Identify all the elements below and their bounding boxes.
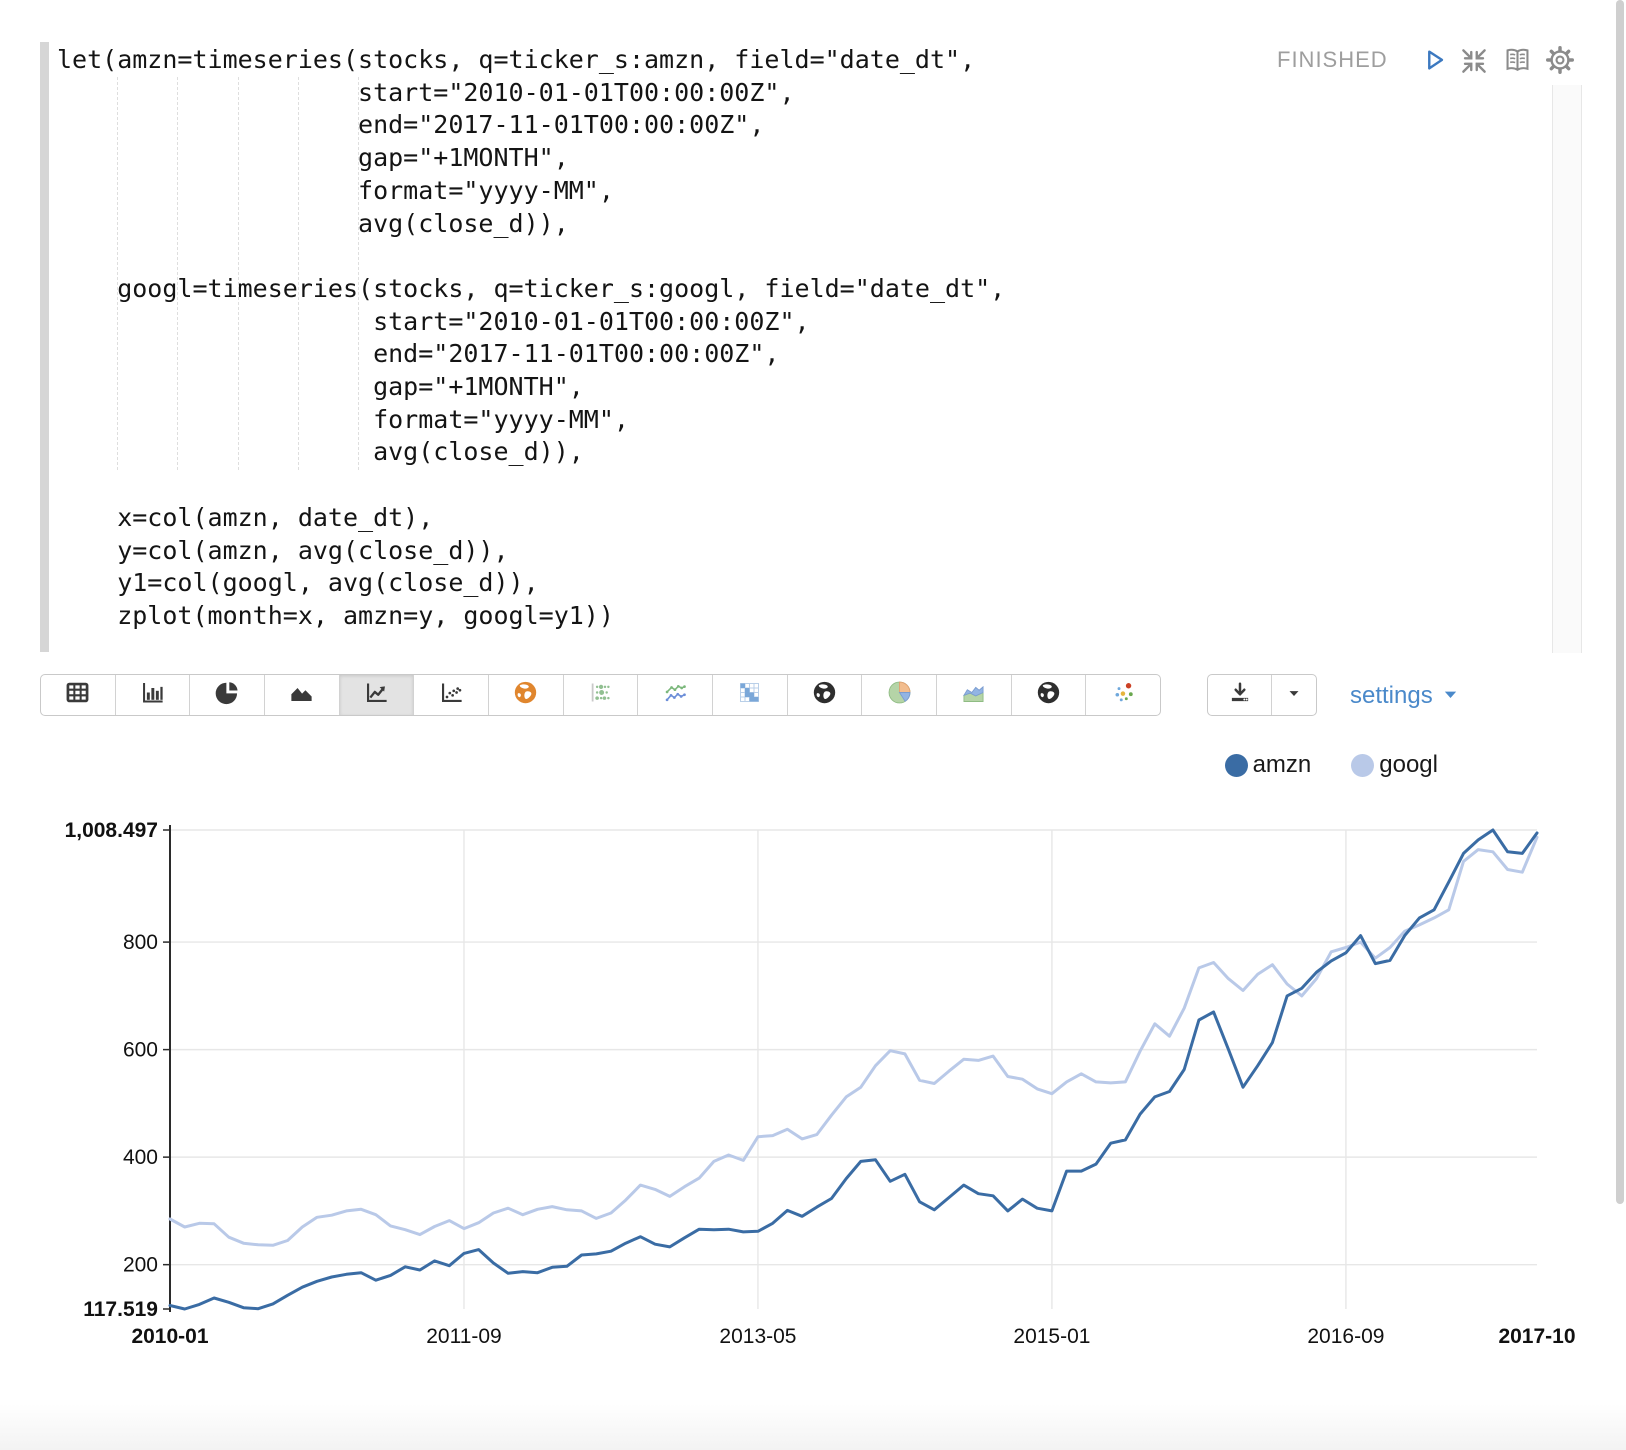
bubble-matrix-icon: [587, 679, 614, 711]
code-line[interactable]: y=col(amzn, avg(close_d)),: [57, 535, 1487, 568]
viz-button-globe-orange[interactable]: [488, 675, 563, 715]
code-line[interactable]: gap="+1MONTH",: [57, 371, 1487, 404]
y-tick-label: 600: [123, 1039, 158, 1062]
code-line[interactable]: zplot(month=x, amzn=y, googl=y1)): [57, 600, 1487, 633]
code-line[interactable]: let(amzn=timeseries(stocks, q=ticker_s:a…: [57, 44, 1487, 77]
code-line[interactable]: avg(close_d)),: [57, 208, 1487, 241]
globe-dark-icon: [811, 679, 838, 711]
viz-button-table[interactable]: [41, 675, 115, 715]
zeppelin-paragraph: let(amzn=timeseries(stocks, q=ticker_s:a…: [0, 0, 1626, 1450]
series-line-googl[interactable]: [170, 837, 1537, 1245]
pie-pastel-icon: [886, 679, 913, 711]
viz-button-globe-dark-2[interactable]: [1011, 675, 1086, 715]
globe-dark-2-icon: [1035, 679, 1062, 711]
code-line[interactable]: end="2017-11-01T00:00:00Z",: [57, 338, 1487, 371]
x-tick-label: 2011-09: [426, 1325, 502, 1348]
download-options-button[interactable]: [1271, 675, 1316, 715]
area-chart-icon: [288, 679, 315, 711]
settings-toggle[interactable]: settings: [1350, 682, 1459, 710]
viz-button-bar-chart[interactable]: [115, 675, 190, 715]
indent-guide-line: [238, 77, 239, 470]
code-line[interactable]: avg(close_d)),: [57, 436, 1487, 469]
download-button[interactable]: [1208, 675, 1271, 715]
code-line[interactable]: gap="+1MONTH",: [57, 142, 1487, 175]
code-line[interactable]: format="yyyy-MM",: [57, 404, 1487, 437]
heatmap-icon: [736, 679, 763, 711]
y-tick-label: 117.519: [83, 1298, 158, 1321]
area-pastel-icon: [960, 679, 987, 711]
run-play-icon[interactable]: [1419, 45, 1448, 79]
viz-button-bubble-matrix[interactable]: [563, 675, 638, 715]
x-tick-label: 2016-09: [1307, 1325, 1384, 1348]
table-icon: [64, 679, 91, 711]
scatter-color-icon: [1110, 679, 1137, 711]
code-line[interactable]: googl=timeseries(stocks, q=ticker_s:goog…: [57, 273, 1487, 306]
code-line[interactable]: y1=col(googl, avg(close_d)),: [57, 567, 1487, 600]
viz-button-area-pastel[interactable]: [936, 675, 1011, 715]
indent-guide-line: [177, 77, 178, 470]
caret-down-icon: [1442, 682, 1459, 710]
indent-guide-line: [117, 77, 118, 470]
code-editor[interactable]: let(amzn=timeseries(stocks, q=ticker_s:a…: [57, 44, 1487, 633]
indent-guide-line: [358, 77, 359, 470]
code-line[interactable]: start="2010-01-01T00:00:00Z",: [57, 77, 1487, 110]
editor-scrollbar-track[interactable]: [1552, 85, 1582, 653]
code-line[interactable]: x=col(amzn, date_dt),: [57, 502, 1487, 535]
series-line-amzn[interactable]: [170, 830, 1537, 1309]
indent-guide-line: [298, 77, 299, 470]
viz-button-line-chart[interactable]: [339, 675, 414, 715]
status-badge: FINISHED: [1277, 47, 1388, 73]
x-tick-label: 2010-01: [131, 1325, 208, 1348]
gear-icon[interactable]: [1544, 44, 1576, 81]
page-scrollbar[interactable]: [1616, 0, 1624, 1204]
settings-label: settings: [1350, 682, 1433, 710]
page-bottom-fade: [0, 1404, 1626, 1450]
code-line[interactable]: [57, 469, 1487, 502]
y-tick-label: 200: [123, 1254, 158, 1277]
book-editor-icon[interactable]: [1502, 45, 1533, 81]
viz-button-pie-pastel[interactable]: [861, 675, 936, 715]
viz-button-globe-dark[interactable]: [787, 675, 862, 715]
code-line[interactable]: start="2010-01-01T00:00:00Z",: [57, 306, 1487, 339]
globe-orange-icon: [512, 679, 539, 711]
multi-line-chart-icon: [662, 679, 689, 711]
pie-chart-icon: [214, 679, 241, 711]
x-tick-label: 2017-10: [1498, 1325, 1575, 1348]
editor-gutter-bar: [40, 42, 49, 652]
viz-button-area-chart[interactable]: [264, 675, 339, 715]
collapse-icon[interactable]: [1459, 46, 1489, 81]
viz-button-pie-chart[interactable]: [189, 675, 264, 715]
code-line[interactable]: [57, 240, 1487, 273]
y-tick-label: 1,008.497: [65, 819, 158, 842]
code-line[interactable]: end="2017-11-01T00:00:00Z",: [57, 109, 1487, 142]
visualization-toolbar: [40, 674, 1161, 716]
line-chart[interactable]: 1,008.497 800 600 400 200 117.519 2010-01 2011-…: [0, 740, 1626, 1450]
viz-button-scatter-color[interactable]: [1085, 675, 1160, 715]
viz-button-scatter-plot[interactable]: [413, 675, 488, 715]
viz-button-heatmap[interactable]: [712, 675, 787, 715]
code-line[interactable]: format="yyyy-MM",: [57, 175, 1487, 208]
x-tick-label: 2013-05: [719, 1325, 796, 1348]
line-chart-icon: [363, 679, 390, 711]
download-icon: [1227, 680, 1253, 711]
scatter-plot-icon: [438, 679, 465, 711]
x-tick-label: 2015-01: [1013, 1325, 1090, 1348]
bar-chart-icon: [139, 679, 166, 711]
viz-button-multi-line-chart[interactable]: [637, 675, 712, 715]
y-tick-label: 400: [123, 1146, 158, 1169]
y-tick-label: 800: [123, 931, 158, 954]
caret-down-icon: [1285, 684, 1303, 707]
download-button-group: [1207, 674, 1317, 716]
